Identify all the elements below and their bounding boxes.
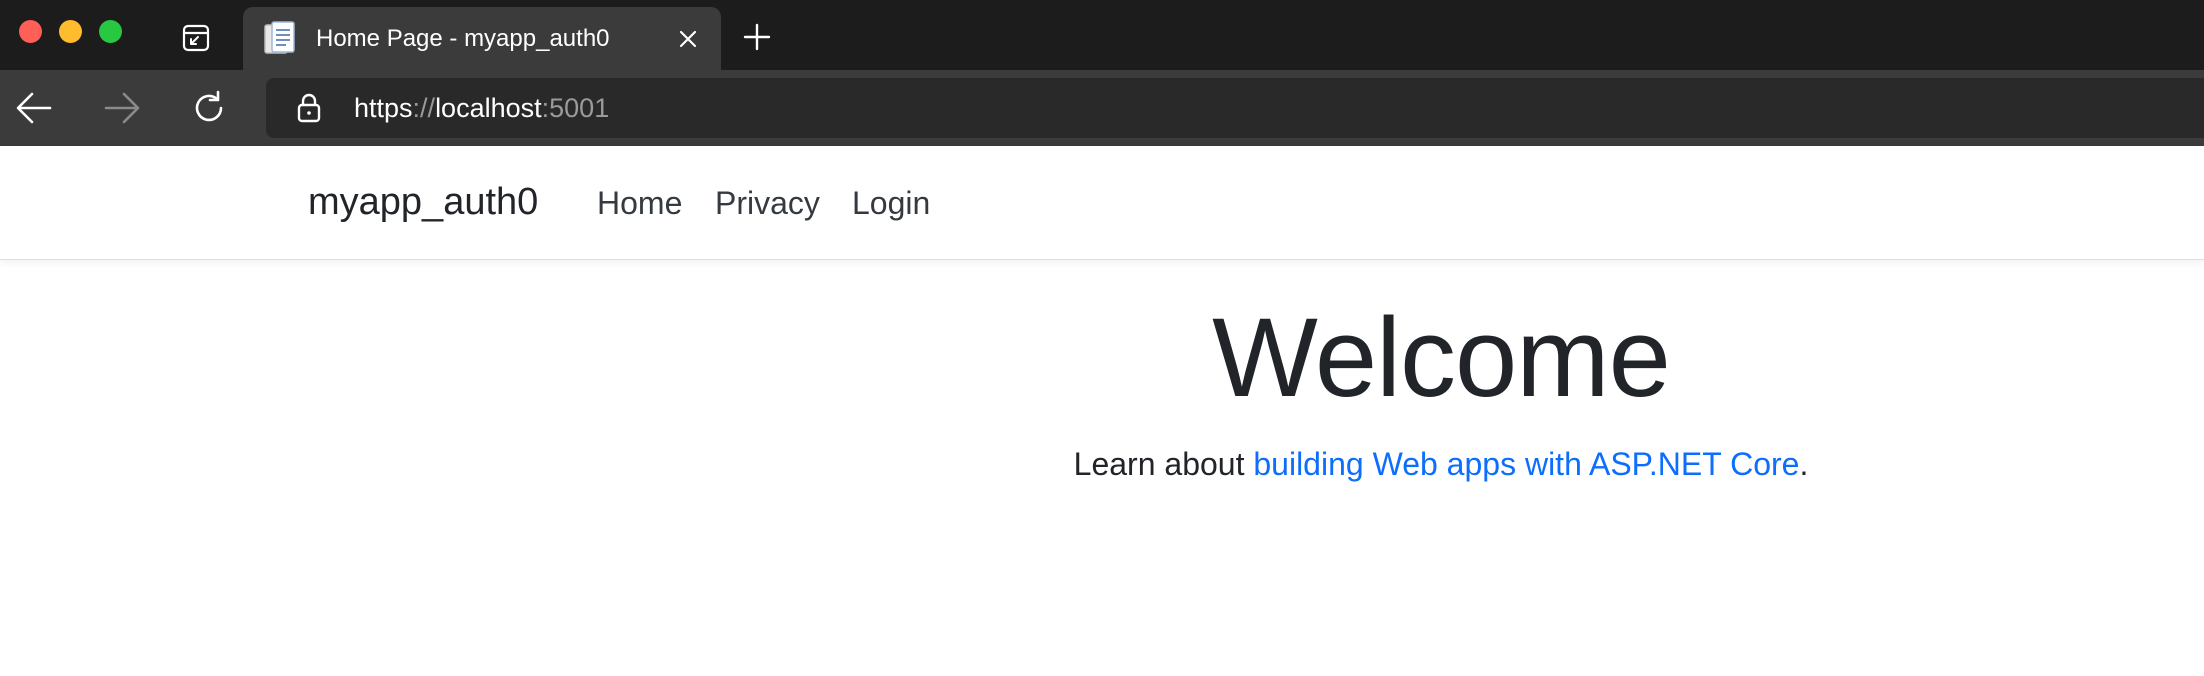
maximize-window-button[interactable] xyxy=(99,20,122,43)
lock-icon[interactable] xyxy=(294,92,324,124)
url-port: :5001 xyxy=(541,93,610,123)
reload-icon[interactable] xyxy=(187,86,231,130)
nav-link-home[interactable]: Home xyxy=(597,183,682,223)
lead-suffix: . xyxy=(1799,446,1809,482)
page-favicon-icon xyxy=(263,21,297,57)
url-separator: :// xyxy=(412,93,436,123)
plus-icon[interactable] xyxy=(740,20,774,54)
url-scheme: https xyxy=(354,93,413,123)
browser-titlebar: Home Page - myapp_auth0 xyxy=(0,0,2204,70)
minimize-window-button[interactable] xyxy=(59,20,82,43)
arrow-left-icon[interactable] xyxy=(12,86,56,130)
tab-actions-icon[interactable] xyxy=(178,20,214,56)
page-heading: Welcome xyxy=(1212,295,1671,420)
site-brand-link[interactable]: myapp_auth0 xyxy=(308,180,538,224)
url-text[interactable]: https://localhost:5001 xyxy=(354,92,609,124)
aspnet-docs-link[interactable]: building Web apps with ASP.NET Core xyxy=(1253,446,1799,482)
nav-link-login[interactable]: Login xyxy=(852,183,930,223)
arrow-right-icon[interactable] xyxy=(100,86,144,130)
nav-link-privacy[interactable]: Privacy xyxy=(715,183,820,223)
welcome-container: Welcome xyxy=(1047,296,1835,420)
close-window-button[interactable] xyxy=(19,20,42,43)
lead-paragraph: Learn about building Web apps with ASP.N… xyxy=(1047,444,1835,484)
web-page: myapp_auth0 Home Privacy Login Welcome L… xyxy=(0,146,2204,676)
browser-tab-active[interactable]: Home Page - myapp_auth0 xyxy=(243,7,721,70)
site-navbar: myapp_auth0 Home Privacy Login xyxy=(0,146,2204,260)
tab-title: Home Page - myapp_auth0 xyxy=(316,25,610,52)
browser-toolbar: https://localhost:5001 xyxy=(0,70,2204,146)
close-icon[interactable] xyxy=(675,26,701,52)
address-bar[interactable]: https://localhost:5001 xyxy=(266,78,2204,138)
url-host: localhost xyxy=(435,93,542,123)
lead-prefix: Learn about xyxy=(1073,446,1254,482)
